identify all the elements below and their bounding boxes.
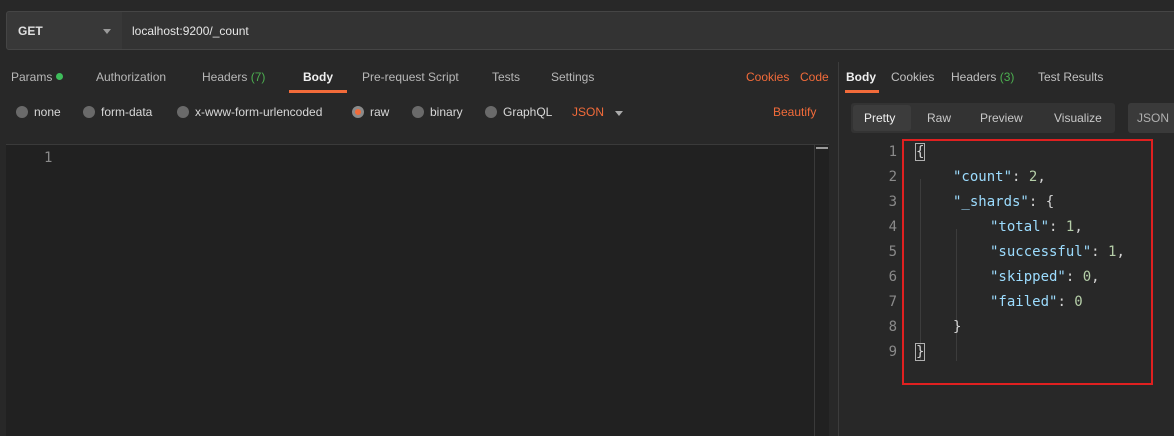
- request-url-bar: GET localhost:9200/_count: [0, 0, 1174, 62]
- view-mode-bar: Pretty Raw Preview Visualize: [851, 103, 1115, 133]
- radio-urlencoded-label: x-www-form-urlencoded: [195, 105, 323, 119]
- response-tab-cookies[interactable]: Cookies: [891, 70, 934, 84]
- radio-none-label: none: [34, 105, 61, 119]
- request-body-editor[interactable]: 1: [6, 144, 829, 436]
- response-line-number: 7: [888, 294, 897, 310]
- tab-tests[interactable]: Tests: [492, 70, 520, 84]
- method-select[interactable]: GET: [6, 11, 123, 50]
- tab-params-label: Params: [11, 70, 53, 84]
- raw-format-select[interactable]: JSON: [572, 105, 604, 119]
- view-preview-button[interactable]: Preview: [980, 111, 1023, 125]
- request-pane: Params Authorization Headers (7) Body Pr…: [0, 62, 838, 436]
- response-line-number: 8: [888, 319, 897, 335]
- view-raw-button[interactable]: Raw: [927, 111, 951, 125]
- editor-scrollbar[interactable]: [814, 145, 829, 436]
- scrollbar-thumb[interactable]: [816, 147, 828, 149]
- radio-checked-icon: [352, 106, 364, 118]
- response-line-number: 4: [888, 219, 897, 235]
- body-type-selector: none form-data x-www-form-urlencoded raw…: [0, 100, 838, 126]
- view-visualize-button[interactable]: Visualize: [1054, 111, 1102, 125]
- response-format-label: JSON: [1137, 111, 1170, 125]
- response-line-number: 1: [888, 144, 897, 160]
- radio-binary-label: binary: [430, 105, 463, 119]
- active-tab-indicator: [289, 90, 347, 93]
- method-label: GET: [18, 24, 43, 38]
- radio-urlencoded[interactable]: x-www-form-urlencoded: [177, 105, 322, 119]
- chevron-down-icon[interactable]: [615, 111, 623, 116]
- tab-prerequest-script[interactable]: Pre-request Script: [362, 70, 459, 84]
- response-line-number: 9: [888, 344, 897, 360]
- response-line-number: 3: [888, 194, 897, 210]
- radio-form-data-label: form-data: [101, 105, 153, 119]
- highlight-annotation-box: [902, 139, 1153, 385]
- code-link[interactable]: Code: [800, 70, 829, 84]
- tab-headers-label: Headers: [202, 70, 248, 84]
- radio-form-data[interactable]: form-data: [83, 105, 152, 119]
- radio-graphql-label: GraphQL: [503, 105, 553, 119]
- beautify-button[interactable]: Beautify: [773, 105, 816, 119]
- view-pretty-button[interactable]: Pretty: [864, 111, 895, 125]
- tab-settings[interactable]: Settings: [551, 70, 594, 84]
- radio-circle-icon: [83, 106, 95, 118]
- radio-circle-icon: [412, 106, 424, 118]
- active-tab-indicator: [845, 90, 879, 93]
- cookies-link[interactable]: Cookies: [746, 70, 789, 84]
- params-status-dot-icon: [56, 73, 64, 80]
- radio-none[interactable]: none: [16, 105, 61, 119]
- radio-raw[interactable]: raw: [352, 105, 389, 119]
- url-text: localhost:9200/_count: [132, 24, 249, 38]
- radio-graphql[interactable]: GraphQL: [485, 105, 552, 119]
- radio-binary[interactable]: binary: [412, 105, 463, 119]
- tab-headers[interactable]: Headers (7): [202, 70, 265, 84]
- response-tab-headers-label: Headers: [951, 70, 997, 84]
- response-tab-test-results[interactable]: Test Results: [1038, 70, 1103, 84]
- response-tab-body[interactable]: Body: [846, 70, 876, 84]
- tab-authorization[interactable]: Authorization: [96, 70, 166, 84]
- response-line-number: 2: [888, 169, 897, 185]
- headers-count-badge: (7): [250, 70, 266, 84]
- radio-raw-label: raw: [370, 105, 390, 119]
- request-tabs: Params Authorization Headers (7) Body Pr…: [0, 62, 838, 94]
- response-tab-headers[interactable]: Headers (3): [951, 70, 1014, 84]
- response-headers-count-badge: (3): [999, 70, 1015, 84]
- radio-circle-icon: [177, 106, 189, 118]
- response-line-number: 6: [888, 269, 897, 285]
- editor-line-number: 1: [44, 150, 53, 166]
- response-format-select[interactable]: JSON: [1128, 103, 1174, 133]
- chevron-down-icon: [103, 29, 111, 34]
- response-line-number: 5: [888, 244, 897, 260]
- tab-params[interactable]: Params: [11, 70, 64, 84]
- radio-circle-icon: [16, 106, 28, 118]
- tab-body[interactable]: Body: [303, 70, 333, 84]
- radio-circle-icon: [485, 106, 497, 118]
- url-input[interactable]: localhost:9200/_count: [122, 11, 1174, 50]
